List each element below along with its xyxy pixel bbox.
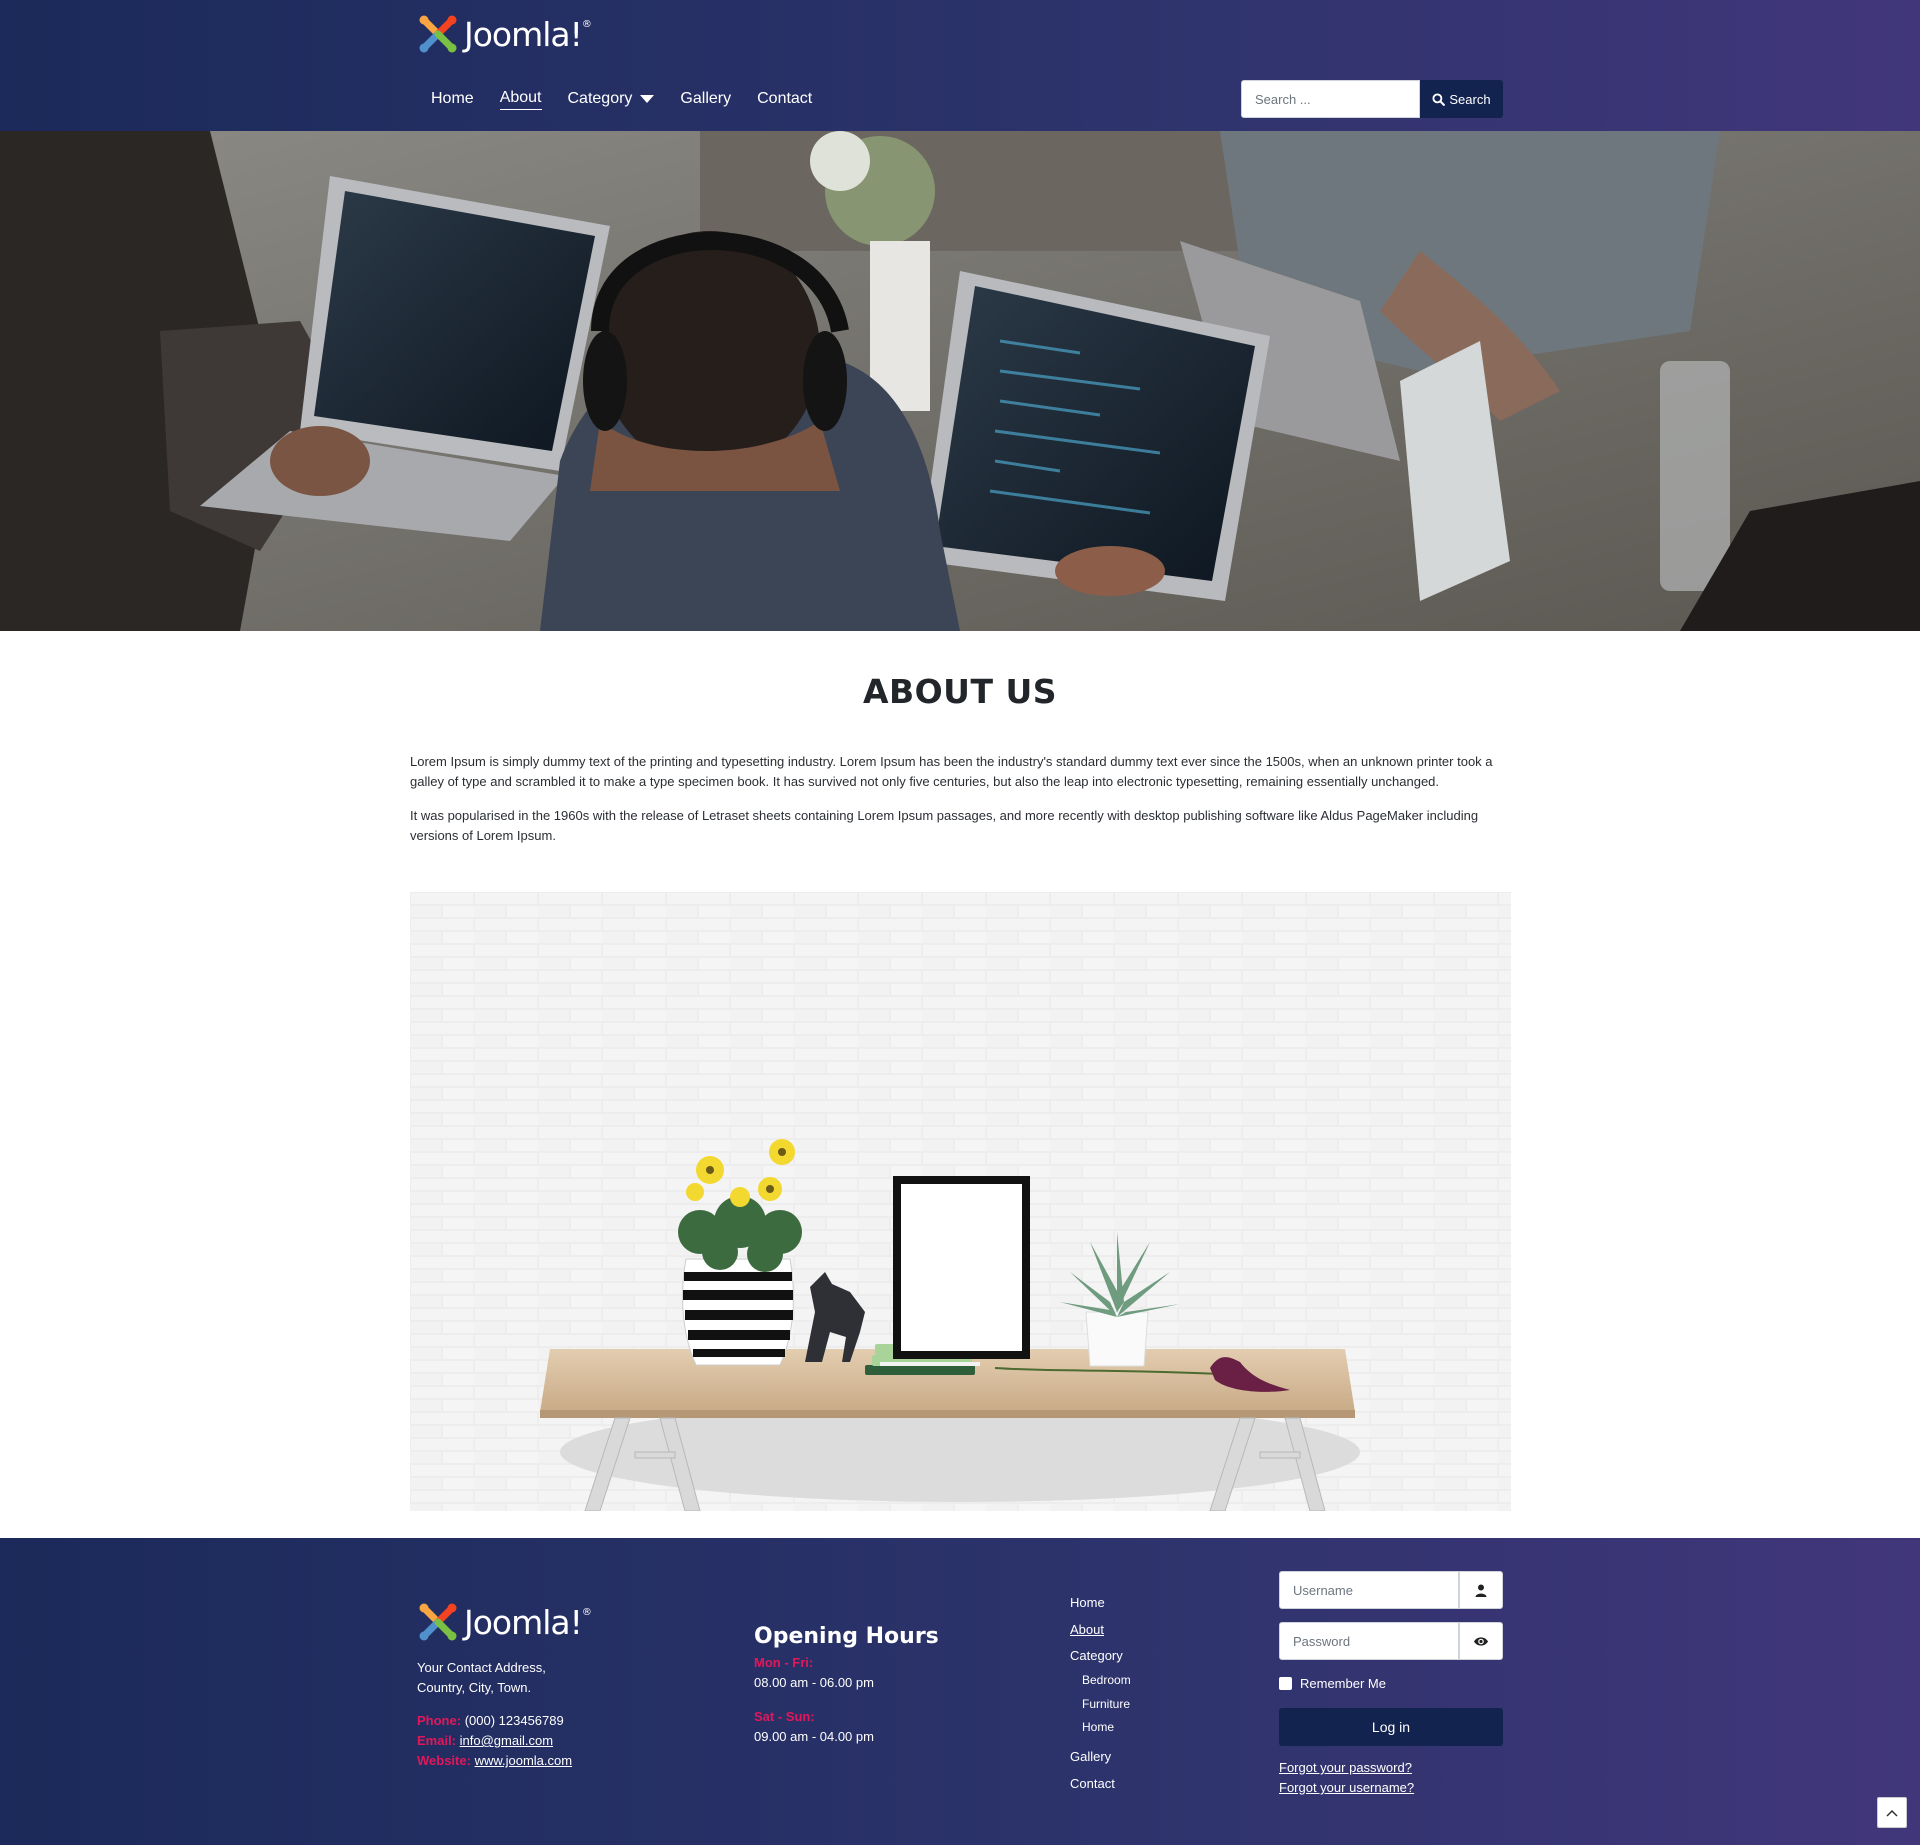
footer-menu-bedroom[interactable]: Bedroom	[1070, 1671, 1131, 1690]
weekday-time: 08.00 am - 06.00 pm	[754, 1675, 874, 1690]
footer-menu-furniture[interactable]: Furniture	[1070, 1695, 1130, 1714]
search-button[interactable]: Search	[1420, 80, 1503, 118]
nav-about[interactable]: About	[487, 84, 555, 114]
footer-logo[interactable]: Joomla!®	[418, 1602, 592, 1642]
footer-logo-text: Joomla!®	[464, 1602, 592, 1642]
address-line-1: Your Contact Address,	[417, 1660, 546, 1675]
search-button-label: Search	[1449, 91, 1491, 107]
website-label: Website:	[417, 1753, 471, 1768]
footer-menu-category[interactable]: Category	[1070, 1646, 1123, 1666]
nav-gallery[interactable]: Gallery	[667, 84, 744, 114]
weekend-time: 09.00 am - 04.00 pm	[754, 1729, 874, 1744]
nav-about-label: About	[499, 89, 542, 110]
back-to-top-button[interactable]	[1877, 1797, 1907, 1828]
nav-contact-label: Contact	[757, 90, 813, 107]
username-group	[1279, 1571, 1503, 1609]
joomla-logo-icon	[419, 15, 457, 53]
forgot-username-link[interactable]: Forgot your username?	[1279, 1778, 1503, 1798]
nav-category[interactable]: Category	[555, 84, 668, 114]
phone-label: Phone:	[417, 1713, 462, 1728]
phone-value: (000) 123456789	[464, 1713, 564, 1728]
main-nav: Home About Category Gallery Contact	[418, 84, 825, 114]
login-links: Forgot your password? Forgot your userna…	[1279, 1758, 1503, 1798]
hero-image	[0, 131, 1920, 631]
eye-icon	[1474, 1636, 1488, 1646]
login-form: Remember Me Log in Forgot your password?…	[1279, 1571, 1503, 1798]
page-title: ABOUT US	[862, 672, 1058, 711]
website-link[interactable]: www.joomla.com	[475, 1753, 573, 1768]
site-header: Joomla!® Home About Category Gallery Con…	[0, 0, 1920, 131]
search-icon	[1432, 92, 1446, 106]
site-footer: Joomla!® Your Contact Address, Country, …	[0, 1538, 1920, 1845]
contact-address: Your Contact Address, Country, City, Tow…	[417, 1658, 546, 1698]
caret-down-icon	[640, 95, 655, 103]
site-logo[interactable]: Joomla!®	[418, 14, 592, 54]
contact-details: Phone: (000) 123456789 Email: info@gmail…	[417, 1711, 572, 1771]
nav-contact[interactable]: Contact	[744, 84, 825, 114]
remember-me-checkbox[interactable]	[1279, 1676, 1292, 1690]
opening-hours-title: Opening Hours	[754, 1624, 939, 1649]
email-row: Email: info@gmail.com	[417, 1731, 572, 1751]
about-paragraph-1: Lorem Ipsum is simply dummy text of the …	[410, 754, 1493, 789]
hero-photo	[0, 131, 1920, 631]
nav-home[interactable]: Home	[418, 84, 487, 114]
weekday-label: Mon - Fri:	[754, 1655, 814, 1670]
username-field[interactable]	[1279, 1571, 1459, 1609]
user-icon-button	[1459, 1571, 1503, 1609]
logo-text: Joomla!®	[464, 14, 592, 54]
remember-me-label: Remember Me	[1300, 1675, 1386, 1691]
address-line-2: Country, City, Town.	[417, 1680, 532, 1695]
website-row: Website: www.joomla.com	[417, 1751, 572, 1771]
user-icon	[1475, 1584, 1487, 1597]
search-input[interactable]	[1241, 80, 1420, 118]
desk-photo	[410, 892, 1511, 1511]
login-button[interactable]: Log in	[1279, 1708, 1503, 1746]
password-field[interactable]	[1279, 1622, 1459, 1660]
content-image	[410, 892, 1511, 1511]
email-label: Email:	[417, 1733, 457, 1748]
about-paragraph-2: It was popularised in the 1960s with the…	[410, 808, 1479, 843]
show-password-button[interactable]	[1459, 1622, 1503, 1660]
email-link[interactable]: info@gmail.com	[460, 1733, 553, 1748]
nav-gallery-label: Gallery	[680, 90, 732, 107]
search-form: Search	[1241, 80, 1503, 118]
nav-home-label: Home	[431, 90, 474, 107]
joomla-logo-icon	[419, 1603, 457, 1641]
nav-category-label: Category	[567, 90, 633, 107]
forgot-password-link[interactable]: Forgot your password?	[1279, 1758, 1503, 1778]
footer-menu-home[interactable]: Home	[1070, 1593, 1105, 1613]
opening-hours: Opening Hours Mon - Fri: 08.00 am - 06.0…	[754, 1624, 939, 1747]
footer-menu-about[interactable]: About	[1070, 1620, 1104, 1640]
footer-menu-home-sub[interactable]: Home	[1070, 1718, 1114, 1737]
footer-menu-contact[interactable]: Contact	[1070, 1774, 1115, 1794]
chevron-up-icon	[1886, 1809, 1898, 1817]
weekend-label: Sat - Sun:	[754, 1709, 815, 1724]
phone-row: Phone: (000) 123456789	[417, 1711, 572, 1731]
password-group	[1279, 1622, 1503, 1660]
remember-me[interactable]: Remember Me	[1279, 1673, 1503, 1693]
footer-menu-gallery[interactable]: Gallery	[1070, 1747, 1111, 1767]
